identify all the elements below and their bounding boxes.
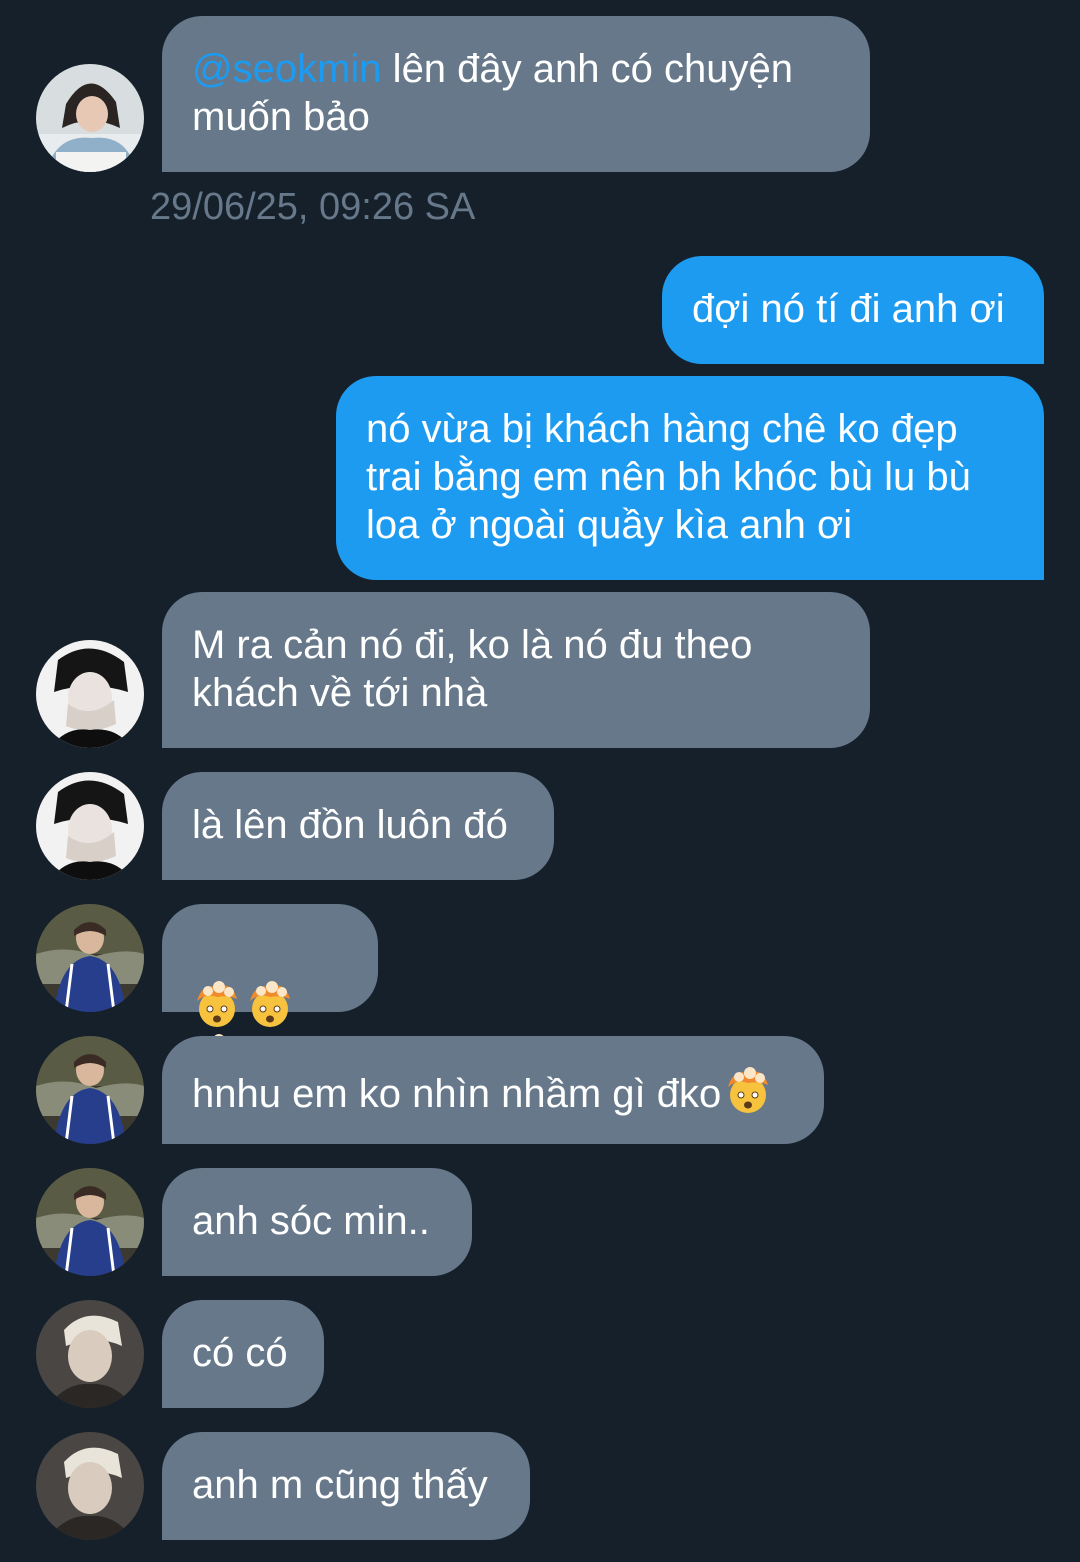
- message-timestamp: 29/06/25, 09:26 SA: [150, 186, 476, 228]
- message-bubble[interactable]: [162, 904, 378, 1080]
- avatar[interactable]: [36, 904, 144, 1012]
- avatar[interactable]: [36, 1300, 144, 1408]
- message-text: đợi nó tí đi anh ơi: [692, 287, 1005, 331]
- message-text: nó vừa bị khách hàng chê ko đẹp trai bằn…: [366, 407, 971, 547]
- message-text: anh m cũng thấy: [192, 1463, 488, 1507]
- message-bubble[interactable]: nó vừa bị khách hàng chê ko đẹp trai bằn…: [336, 376, 1044, 580]
- avatar[interactable]: [36, 1036, 144, 1144]
- message-bubble[interactable]: anh sóc min..: [162, 1168, 472, 1276]
- message-bubble[interactable]: đợi nó tí đi anh ơi: [662, 256, 1044, 364]
- avatar[interactable]: [36, 772, 144, 880]
- message-bubble[interactable]: có có: [162, 1300, 324, 1408]
- avatar[interactable]: [36, 640, 144, 748]
- exploding-head-icon: [728, 1067, 769, 1113]
- exploding-head-icon: [250, 981, 290, 1027]
- mention-link[interactable]: @seokmin: [192, 47, 382, 91]
- exploding-head-icon: [197, 981, 237, 1027]
- message-bubble[interactable]: anh m cũng thấy: [162, 1432, 530, 1540]
- message-bubble[interactable]: @seokmin lên đây anh có chuyện muốn bảo: [162, 16, 870, 172]
- message-text: hnhu em ko nhìn nhầm gì đko: [192, 1072, 722, 1116]
- message-bubble[interactable]: là lên đồn luôn đó: [162, 772, 554, 880]
- message-bubble[interactable]: hnhu em ko nhìn nhầm gì đko: [162, 1036, 824, 1144]
- message-text: anh sóc min..: [192, 1199, 430, 1243]
- avatar[interactable]: [36, 1168, 144, 1276]
- message-text: có có: [192, 1331, 288, 1375]
- message-text: M ra cản nó đi, ko là nó đu theo khách v…: [192, 623, 753, 715]
- message-text: là lên đồn luôn đó: [192, 803, 508, 847]
- message-bubble[interactable]: M ra cản nó đi, ko là nó đu theo khách v…: [162, 592, 870, 748]
- avatar[interactable]: [36, 1432, 144, 1540]
- avatar[interactable]: [36, 64, 144, 172]
